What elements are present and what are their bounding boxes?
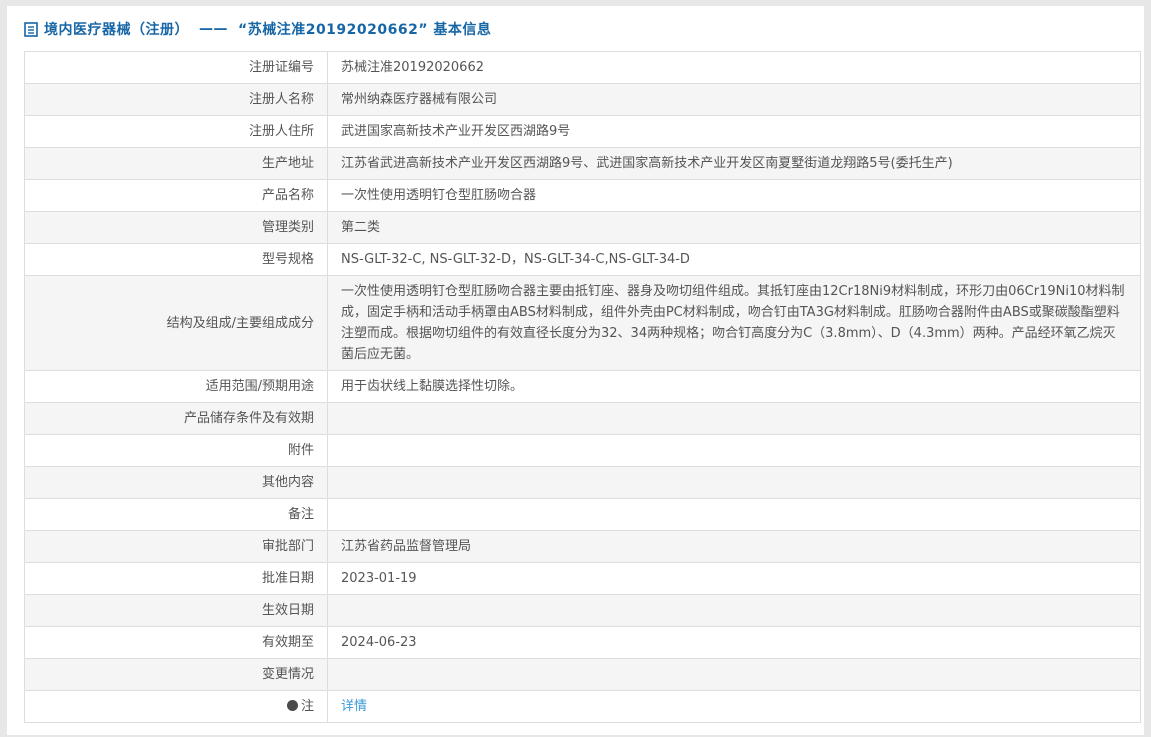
row-label: 变更情况 [25, 659, 328, 691]
info-table-body: 注册证编号苏械注准20192020662注册人名称常州纳森医疗器械有限公司注册人… [25, 52, 1141, 723]
row-label: 备注 [25, 499, 328, 531]
row-value: 用于齿状线上黏膜选择性切除。 [328, 371, 1141, 403]
table-row: 附件 [25, 435, 1141, 467]
row-label: 其他内容 [25, 467, 328, 499]
table-row: 管理类别第二类 [25, 212, 1141, 244]
row-label: 适用范围/预期用途 [25, 371, 328, 403]
page-title: “苏械注准20192020662” 基本信息 [238, 19, 491, 39]
table-row: 变更情况 [25, 659, 1141, 691]
row-value [328, 467, 1141, 499]
row-value: 详情 [328, 691, 1141, 723]
table-row: 生效日期 [25, 595, 1141, 627]
row-value: 常州纳森医疗器械有限公司 [328, 84, 1141, 116]
row-label: 审批部门 [25, 531, 328, 563]
table-row: 结构及组成/主要组成成分一次性使用透明钉仓型肛肠吻合器主要由抵钉座、器身及吻切组… [25, 276, 1141, 371]
table-row: 注册人住所武进国家高新技术产业开发区西湖路9号 [25, 116, 1141, 148]
row-label: 注册人名称 [25, 84, 328, 116]
row-label: 产品储存条件及有效期 [25, 403, 328, 435]
row-value [328, 659, 1141, 691]
section-title: 境内医疗器械（注册） [44, 19, 189, 39]
row-value: 苏械注准20192020662 [328, 52, 1141, 84]
row-label: 管理类别 [25, 212, 328, 244]
document-icon [24, 22, 38, 37]
row-value: 一次性使用透明钉仓型肛肠吻合器主要由抵钉座、器身及吻切组件组成。其抵钉座由12C… [328, 276, 1141, 371]
table-row: 备注 [25, 499, 1141, 531]
table-row: 注册人名称常州纳森医疗器械有限公司 [25, 84, 1141, 116]
row-label: 有效期至 [25, 627, 328, 659]
table-row: 产品名称一次性使用透明钉仓型肛肠吻合器 [25, 180, 1141, 212]
row-value [328, 595, 1141, 627]
row-value [328, 499, 1141, 531]
row-label: 注册人住所 [25, 116, 328, 148]
row-value: 江苏省武进高新技术产业开发区西湖路9号、武进国家高新技术产业开发区南夏墅街道龙翔… [328, 148, 1141, 180]
table-row: 其他内容 [25, 467, 1141, 499]
row-label: 注 [25, 691, 328, 723]
row-value: 2024-06-23 [328, 627, 1141, 659]
row-label: 生效日期 [25, 595, 328, 627]
table-row: 审批部门江苏省药品监督管理局 [25, 531, 1141, 563]
row-label: 附件 [25, 435, 328, 467]
title-dash: —— [199, 21, 228, 37]
table-row: 生产地址江苏省武进高新技术产业开发区西湖路9号、武进国家高新技术产业开发区南夏墅… [25, 148, 1141, 180]
row-label: 产品名称 [25, 180, 328, 212]
table-row: 批准日期2023-01-19 [25, 563, 1141, 595]
table-row: 型号规格NS-GLT-32-C, NS-GLT-32-D，NS-GLT-34-C… [25, 244, 1141, 276]
row-value [328, 403, 1141, 435]
row-label: 注册证编号 [25, 52, 328, 84]
row-label: 批准日期 [25, 563, 328, 595]
row-label: 型号规格 [25, 244, 328, 276]
table-row: 产品储存条件及有效期 [25, 403, 1141, 435]
table-row: 适用范围/预期用途用于齿状线上黏膜选择性切除。 [25, 371, 1141, 403]
row-value: 第二类 [328, 212, 1141, 244]
row-value: 江苏省药品监督管理局 [328, 531, 1141, 563]
note-dot-icon [287, 700, 298, 711]
table-row: 注册证编号苏械注准20192020662 [25, 52, 1141, 84]
table-row: 有效期至2024-06-23 [25, 627, 1141, 659]
row-value: NS-GLT-32-C, NS-GLT-32-D，NS-GLT-34-C,NS-… [328, 244, 1141, 276]
content-panel: 境内医疗器械（注册） —— “苏械注准20192020662” 基本信息 注册证… [7, 6, 1144, 735]
row-value: 一次性使用透明钉仓型肛肠吻合器 [328, 180, 1141, 212]
page-header: 境内医疗器械（注册） —— “苏械注准20192020662” 基本信息 [7, 6, 1144, 51]
table-row: 注详情 [25, 691, 1141, 723]
row-label: 生产地址 [25, 148, 328, 180]
row-value [328, 435, 1141, 467]
row-label: 结构及组成/主要组成成分 [25, 276, 328, 371]
detail-link[interactable]: 详情 [341, 699, 367, 714]
info-table: 注册证编号苏械注准20192020662注册人名称常州纳森医疗器械有限公司注册人… [24, 51, 1141, 723]
row-value: 武进国家高新技术产业开发区西湖路9号 [328, 116, 1141, 148]
row-value: 2023-01-19 [328, 563, 1141, 595]
